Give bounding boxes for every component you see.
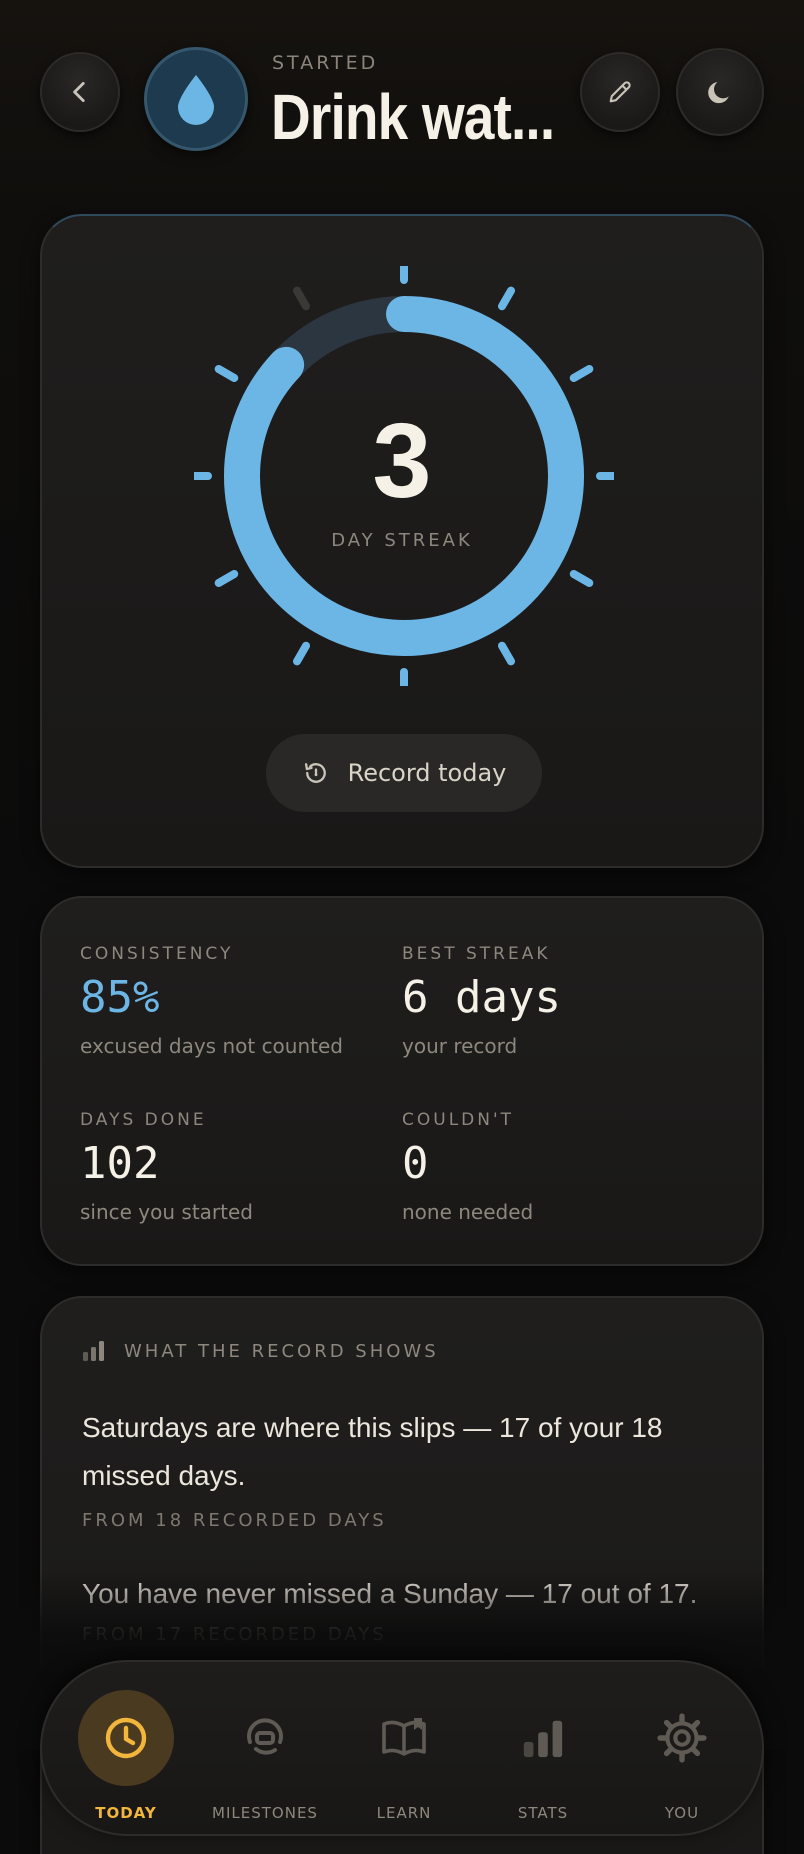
milestones-icon — [247, 1718, 283, 1755]
nav-label: STATS — [517, 1804, 569, 1822]
bar-chart-icon — [83, 1341, 104, 1361]
nav-icon-wrap — [356, 1690, 452, 1786]
insight-text: Saturdays are where this slips — 17 of y… — [82, 1412, 663, 1491]
ring-tick — [498, 286, 515, 311]
habit-status: STARTED — [272, 52, 379, 74]
nav-item-milestones[interactable]: MILESTONES — [195, 1690, 335, 1830]
insight-source: FROM 18 RECORDED DAYS — [82, 1510, 387, 1531]
pencil-icon — [609, 81, 631, 103]
water-drop-icon — [178, 75, 214, 125]
back-button[interactable] — [40, 52, 120, 132]
bar-chart-icon — [523, 1720, 563, 1758]
stat-subtext: excused days not counted — [80, 1034, 343, 1059]
nav-label: YOU — [664, 1804, 700, 1822]
insight-text: You have never missed a Sunday — 17 out … — [82, 1578, 698, 1609]
clock-icon — [105, 1717, 147, 1759]
ring-tick — [293, 641, 310, 666]
insights-header: WHAT THE RECORD SHOWS — [82, 1340, 439, 1362]
stat-subtext: since you started — [80, 1200, 253, 1225]
nav-icon-wrap — [495, 1690, 591, 1786]
stat-value: 6 days — [402, 972, 561, 1023]
stat-subtext: your record — [402, 1034, 518, 1059]
stat-label: COULDN'T — [402, 1110, 515, 1130]
gear-icon — [657, 1713, 707, 1763]
history-icon — [304, 763, 326, 783]
nav-item-learn[interactable]: LEARN — [334, 1690, 474, 1830]
insights-heading: WHAT THE RECORD SHOWS — [124, 1340, 439, 1362]
nav-label: LEARN — [376, 1804, 432, 1822]
streak-card: 3 DAY STREAK Record today — [40, 214, 764, 868]
ring-tick — [569, 365, 594, 382]
ring-tick — [293, 286, 310, 311]
nav-item-you[interactable]: YOU — [612, 1690, 752, 1830]
record-today-button[interactable]: Record today — [266, 734, 542, 812]
stat-label: BEST STREAK — [402, 944, 551, 964]
stat-subtext: none needed — [402, 1200, 534, 1225]
streak-label: DAY STREAK — [331, 530, 473, 551]
stat-days-done: DAYS DONE 102 since you started — [80, 1110, 253, 1224]
streak-count: 3 — [372, 402, 432, 520]
stat-label: CONSISTENCY — [80, 944, 234, 964]
nav-icon-wrap — [634, 1690, 730, 1786]
page-title: Drink wat... — [271, 81, 555, 153]
record-today-label: Record today — [347, 759, 507, 787]
nav-label: TODAY — [95, 1804, 157, 1822]
stat-best-streak: BEST STREAK 6 days your record — [402, 944, 561, 1058]
nav-icon-wrap — [78, 1690, 174, 1786]
nav-label: MILESTONES — [212, 1804, 318, 1822]
stat-value: 102 — [80, 1138, 160, 1189]
nav-icon-wrap — [217, 1690, 313, 1786]
chevron-left-icon — [73, 81, 85, 103]
stat-label: DAYS DONE — [80, 1110, 207, 1130]
stats-card: CONSISTENCY 85% excused days not counted… — [40, 896, 764, 1266]
ring-tick — [498, 641, 515, 666]
stat-consistency: CONSISTENCY 85% excused days not counted — [80, 944, 343, 1058]
stat-value: 85% — [80, 972, 160, 1023]
stat-couldnt: COULDN'T 0 none needed — [402, 1110, 533, 1224]
nav-item-stats[interactable]: STATS — [473, 1690, 613, 1830]
nav-item-today[interactable]: TODAY — [56, 1690, 196, 1830]
stat-value: 0 — [402, 1138, 429, 1189]
ring-tick — [569, 570, 594, 587]
book-icon — [382, 1718, 426, 1756]
ring-tick — [214, 570, 239, 587]
edit-button[interactable] — [580, 52, 660, 132]
moon-icon — [708, 82, 729, 104]
ring-tick — [214, 365, 239, 382]
theme-toggle-button[interactable] — [676, 48, 764, 136]
insight-source: FROM 17 RECORDED DAYS — [82, 1624, 387, 1645]
habit-icon — [144, 47, 248, 151]
bottom-nav: TODAY MILESTONES LEARN STATS YOU — [40, 1660, 764, 1836]
